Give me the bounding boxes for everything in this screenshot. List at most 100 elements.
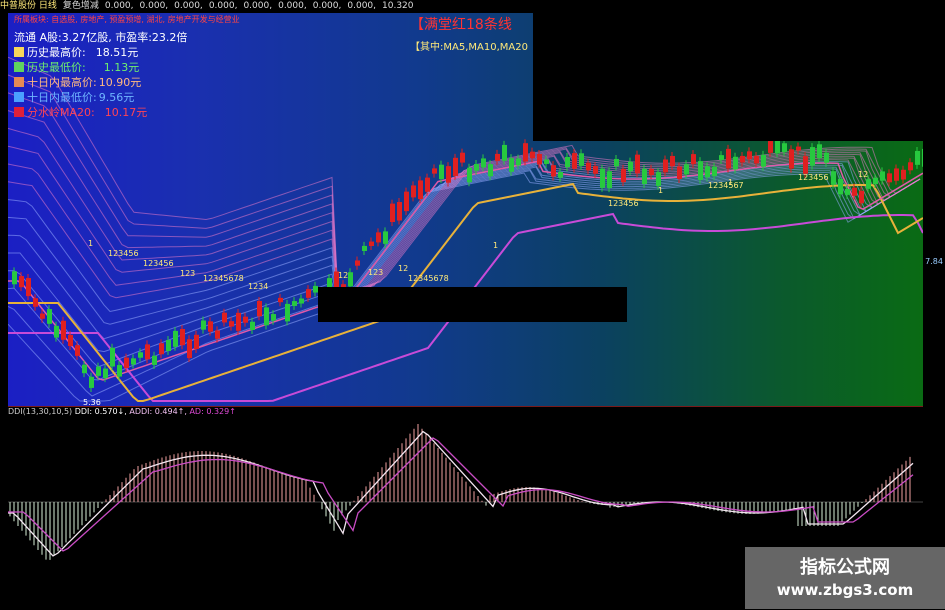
legend-row-10d-high: 十日内最高价: 10.90元 bbox=[14, 75, 187, 90]
candle-body bbox=[180, 328, 185, 346]
candle-body bbox=[558, 172, 563, 178]
candle-body bbox=[705, 166, 710, 178]
site-watermark: 指标公式网 www.zbgs3.com bbox=[745, 547, 945, 609]
candle-body bbox=[348, 272, 353, 287]
candle-body bbox=[278, 297, 283, 303]
candle-body bbox=[677, 166, 682, 179]
candle-body bbox=[306, 289, 311, 298]
candle-body bbox=[915, 150, 920, 165]
candle-body bbox=[446, 166, 451, 183]
legend-row-hist-low: 历史最低价: 1.13元 bbox=[14, 60, 187, 75]
candle-body bbox=[439, 164, 444, 180]
candle-body bbox=[131, 358, 136, 365]
candle-body bbox=[19, 276, 24, 288]
ddi-indicator-header: DDI(13,30,10,5) DDI: 0.570↓, ADDI: 0.494… bbox=[8, 407, 236, 416]
right-price-axis bbox=[923, 13, 945, 609]
count-annotation: 12 bbox=[398, 264, 408, 273]
candle-body bbox=[208, 321, 213, 332]
candle-body bbox=[509, 158, 514, 172]
candle-body bbox=[33, 298, 38, 307]
candle-body bbox=[782, 143, 787, 153]
price-legend: 历史最高价: 18.51元 历史最低价: 1.13元 十日内最高价: 10.90元 十… bbox=[14, 45, 187, 120]
candle-body bbox=[908, 162, 913, 171]
legend-label: 历史最高价: bbox=[27, 46, 86, 59]
candle-body bbox=[859, 190, 864, 204]
candle-body bbox=[453, 157, 458, 176]
candle-body bbox=[866, 179, 871, 189]
candle-body bbox=[607, 171, 612, 189]
watermark-url: www.zbgs3.com bbox=[776, 581, 914, 599]
ddi-name: DDI(13,30,10,5) bbox=[8, 407, 73, 416]
float-shares-pe: 流通 A股:3.27亿股, 市盈率:23.2倍 bbox=[14, 31, 188, 44]
legend-value: 10.90元 bbox=[98, 76, 142, 89]
candle-body bbox=[68, 334, 73, 346]
candle-body bbox=[670, 155, 675, 167]
candle-body bbox=[852, 187, 857, 196]
top-bar-item: 0.000, bbox=[312, 1, 342, 11]
candle-body bbox=[810, 147, 815, 166]
candle-body bbox=[901, 169, 906, 180]
candle-body bbox=[719, 155, 724, 160]
candle-body bbox=[215, 330, 220, 339]
candle-body bbox=[894, 168, 899, 181]
legend-value: 10.17元 bbox=[104, 106, 148, 119]
legend-value: 1.13元 bbox=[103, 61, 140, 74]
candle-body bbox=[747, 151, 752, 160]
watermark-title: 指标公式网 bbox=[800, 557, 890, 578]
candle-body bbox=[740, 155, 745, 163]
candle-body bbox=[460, 152, 465, 163]
ad-value: AD: 0.329↑ bbox=[189, 407, 236, 416]
candle-body bbox=[425, 177, 430, 192]
candle-body bbox=[292, 301, 297, 306]
candle-body bbox=[166, 339, 171, 352]
candle-body bbox=[229, 321, 234, 327]
candle-body bbox=[887, 173, 892, 183]
candle-body bbox=[635, 154, 640, 174]
candle-body bbox=[47, 309, 52, 324]
candle-body bbox=[397, 202, 402, 221]
candle-body bbox=[362, 245, 367, 252]
candle-body bbox=[96, 366, 101, 376]
top-bar-item: 0.000, bbox=[278, 1, 307, 11]
redacted-region bbox=[318, 287, 627, 322]
count-annotation: 12 bbox=[858, 170, 868, 179]
candle-body bbox=[572, 153, 577, 169]
candle-body bbox=[89, 376, 94, 388]
candle-body bbox=[663, 159, 668, 173]
count-annotation: 12 bbox=[338, 271, 348, 280]
candle-body bbox=[187, 339, 192, 359]
candle-body bbox=[838, 178, 843, 195]
candle-body bbox=[516, 158, 521, 166]
top-bar-item: 0.000, bbox=[347, 1, 377, 11]
candle-body bbox=[40, 313, 45, 319]
ddi-value: DDI: 0.570↓, bbox=[74, 407, 127, 416]
stats-legend-box: 流通 A股:3.27亿股, 市盈率:23.2倍 历史最高价: 18.51元 历史最… bbox=[14, 29, 187, 120]
candle-body bbox=[586, 162, 591, 171]
legend-label: 十日内最低价: bbox=[27, 91, 97, 104]
candle-body bbox=[474, 163, 479, 171]
candle-body bbox=[173, 330, 178, 347]
ma-line bbox=[8, 168, 921, 381]
addi-value: ADDI: 0.494↑, bbox=[129, 407, 187, 416]
candle-body bbox=[222, 312, 227, 323]
candle-body bbox=[271, 314, 276, 321]
top-bar-item: 中普股份 日线 bbox=[0, 1, 57, 11]
count-annotation: 123 bbox=[368, 268, 383, 277]
candle-body bbox=[628, 161, 633, 172]
indicator-title: 【满堂红18条线 bbox=[410, 17, 512, 33]
count-annotation: 1234567 bbox=[708, 181, 744, 190]
candle-body bbox=[110, 347, 115, 367]
legend-value: 18.51元 bbox=[95, 46, 139, 59]
candle-body bbox=[656, 172, 661, 186]
candle-body bbox=[642, 168, 647, 185]
candle-body bbox=[152, 355, 157, 365]
candle-body bbox=[124, 357, 129, 369]
candle-body bbox=[12, 271, 17, 285]
top-bar-item: 10.320 bbox=[382, 1, 414, 11]
candle-body bbox=[796, 146, 801, 151]
candle-body bbox=[845, 188, 850, 195]
candle-body bbox=[565, 156, 570, 168]
count-annotation: 12345678 bbox=[408, 274, 449, 283]
top-bar-item: 复色增减 bbox=[62, 1, 99, 11]
count-annotation: 12345678 bbox=[203, 274, 244, 283]
